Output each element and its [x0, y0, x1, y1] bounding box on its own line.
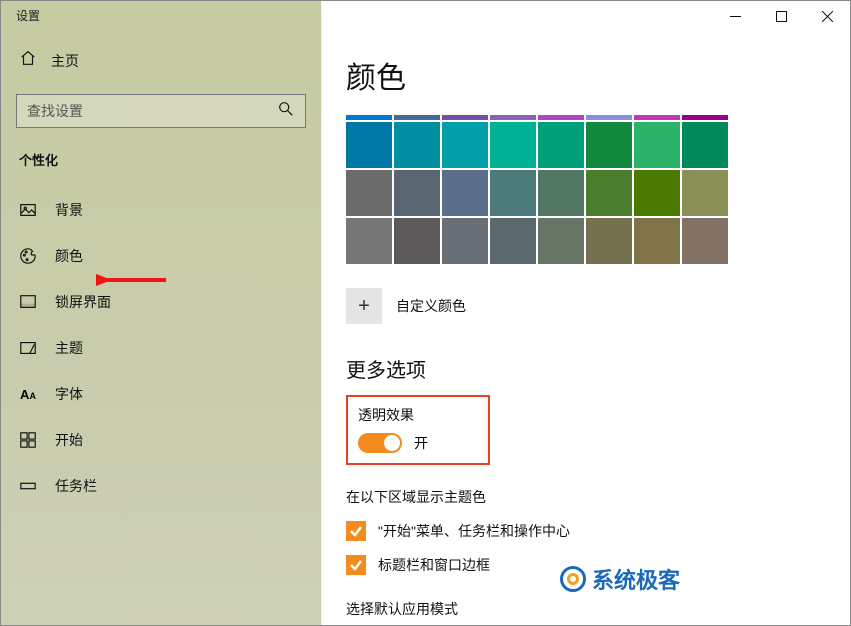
sidebar-item-start[interactable]: 开始	[1, 417, 321, 463]
start-icon	[19, 431, 37, 449]
sidebar-item-label: 主题	[55, 338, 83, 358]
color-swatch[interactable]	[538, 218, 584, 264]
search-box[interactable]	[16, 94, 306, 128]
color-swatch-thin[interactable]	[490, 115, 536, 120]
picture-icon	[19, 201, 37, 219]
color-swatch[interactable]	[634, 218, 680, 264]
color-swatch[interactable]	[490, 170, 536, 216]
color-swatch-thin[interactable]	[394, 115, 440, 120]
color-swatch[interactable]	[346, 122, 392, 168]
color-swatch[interactable]	[538, 122, 584, 168]
color-swatch-thin[interactable]	[634, 115, 680, 120]
color-swatch[interactable]	[682, 218, 728, 264]
checkbox-label: "开始"菜单、任务栏和操作中心	[378, 521, 570, 541]
sidebar-item-label: 开始	[55, 430, 83, 450]
color-swatch[interactable]	[442, 122, 488, 168]
search-icon	[277, 100, 295, 123]
font-icon: AA	[19, 385, 37, 403]
color-swatch[interactable]	[346, 170, 392, 216]
color-swatch[interactable]	[394, 218, 440, 264]
content-area: 颜色 + 自定义颜色 更多选项 透明效果 开 在以下区域显示主题色 "开始"菜单…	[321, 1, 850, 625]
maximize-button[interactable]	[758, 1, 804, 31]
custom-color-label: 自定义颜色	[396, 296, 466, 316]
color-swatch[interactable]	[442, 170, 488, 216]
lockscreen-icon	[19, 293, 37, 311]
sidebar-item-label: 任务栏	[55, 476, 97, 496]
color-swatch[interactable]	[682, 122, 728, 168]
sidebar-item-themes[interactable]: 主题	[1, 325, 321, 371]
color-swatch-thin[interactable]	[346, 115, 392, 120]
minimize-button[interactable]	[712, 1, 758, 31]
color-swatch[interactable]	[586, 170, 632, 216]
taskbar-icon	[19, 477, 37, 495]
color-swatch[interactable]	[634, 122, 680, 168]
checkbox-row-start: "开始"菜单、任务栏和操作中心	[346, 521, 850, 541]
close-button[interactable]	[804, 1, 850, 31]
sidebar-item-lockscreen[interactable]: 锁屏界面	[1, 279, 321, 325]
theme-icon	[19, 339, 37, 357]
checkbox-start-taskbar[interactable]	[346, 521, 366, 541]
custom-color-row: + 自定义颜色	[346, 288, 850, 324]
sidebar-item-taskbar[interactable]: 任务栏	[1, 463, 321, 509]
search-input[interactable]	[27, 103, 277, 119]
color-swatch[interactable]	[394, 170, 440, 216]
color-swatch-thin[interactable]	[442, 115, 488, 120]
color-swatch[interactable]	[490, 218, 536, 264]
color-swatch[interactable]	[682, 170, 728, 216]
sidebar-home-label: 主页	[51, 51, 79, 71]
transparency-toggle[interactable]	[358, 433, 402, 453]
color-swatch[interactable]	[394, 122, 440, 168]
color-swatch[interactable]	[634, 170, 680, 216]
watermark-text: 系统极客	[592, 563, 680, 595]
color-swatch-thin[interactable]	[586, 115, 632, 120]
sidebar-item-label: 锁屏界面	[55, 292, 111, 312]
color-swatch[interactable]	[442, 218, 488, 264]
color-swatch[interactable]	[586, 122, 632, 168]
transparency-highlight-box: 透明效果 开	[346, 395, 490, 465]
checkbox-label: 标题栏和窗口边框	[378, 555, 490, 575]
color-swatch-grid	[346, 115, 850, 264]
transparency-state: 开	[414, 433, 428, 453]
sidebar-home[interactable]: 主页	[1, 37, 321, 84]
custom-color-button[interactable]: +	[346, 288, 382, 324]
transparency-label: 透明效果	[358, 405, 428, 425]
color-swatch[interactable]	[346, 218, 392, 264]
color-swatch[interactable]	[490, 122, 536, 168]
page-title: 颜色	[346, 53, 850, 97]
palette-icon	[19, 247, 37, 265]
sidebar-item-background[interactable]: 背景	[1, 187, 321, 233]
watermark: 系统极客	[560, 563, 680, 595]
checkbox-titlebar[interactable]	[346, 555, 366, 575]
watermark-icon	[560, 566, 586, 592]
accent-area-header: 在以下区域显示主题色	[346, 487, 850, 507]
color-swatch-thin[interactable]	[682, 115, 728, 120]
sidebar-item-label: 字体	[55, 384, 83, 404]
home-icon	[19, 49, 37, 72]
sidebar-item-label: 颜色	[55, 246, 83, 266]
sidebar: 主页 个性化 背景 颜色 锁屏界面 主题 AA 字体 开始 任务栏	[1, 1, 321, 625]
more-options-header: 更多选项	[346, 354, 850, 383]
sidebar-item-label: 背景	[55, 200, 83, 220]
color-swatch[interactable]	[586, 218, 632, 264]
window-title: 设置	[16, 1, 40, 31]
sidebar-item-colors[interactable]: 颜色	[1, 233, 321, 279]
sidebar-section-header: 个性化	[1, 146, 321, 187]
color-swatch[interactable]	[538, 170, 584, 216]
color-swatch-thin[interactable]	[538, 115, 584, 120]
window-controls	[712, 1, 850, 31]
app-mode-header: 选择默认应用模式	[346, 599, 850, 619]
sidebar-item-fonts[interactable]: AA 字体	[1, 371, 321, 417]
